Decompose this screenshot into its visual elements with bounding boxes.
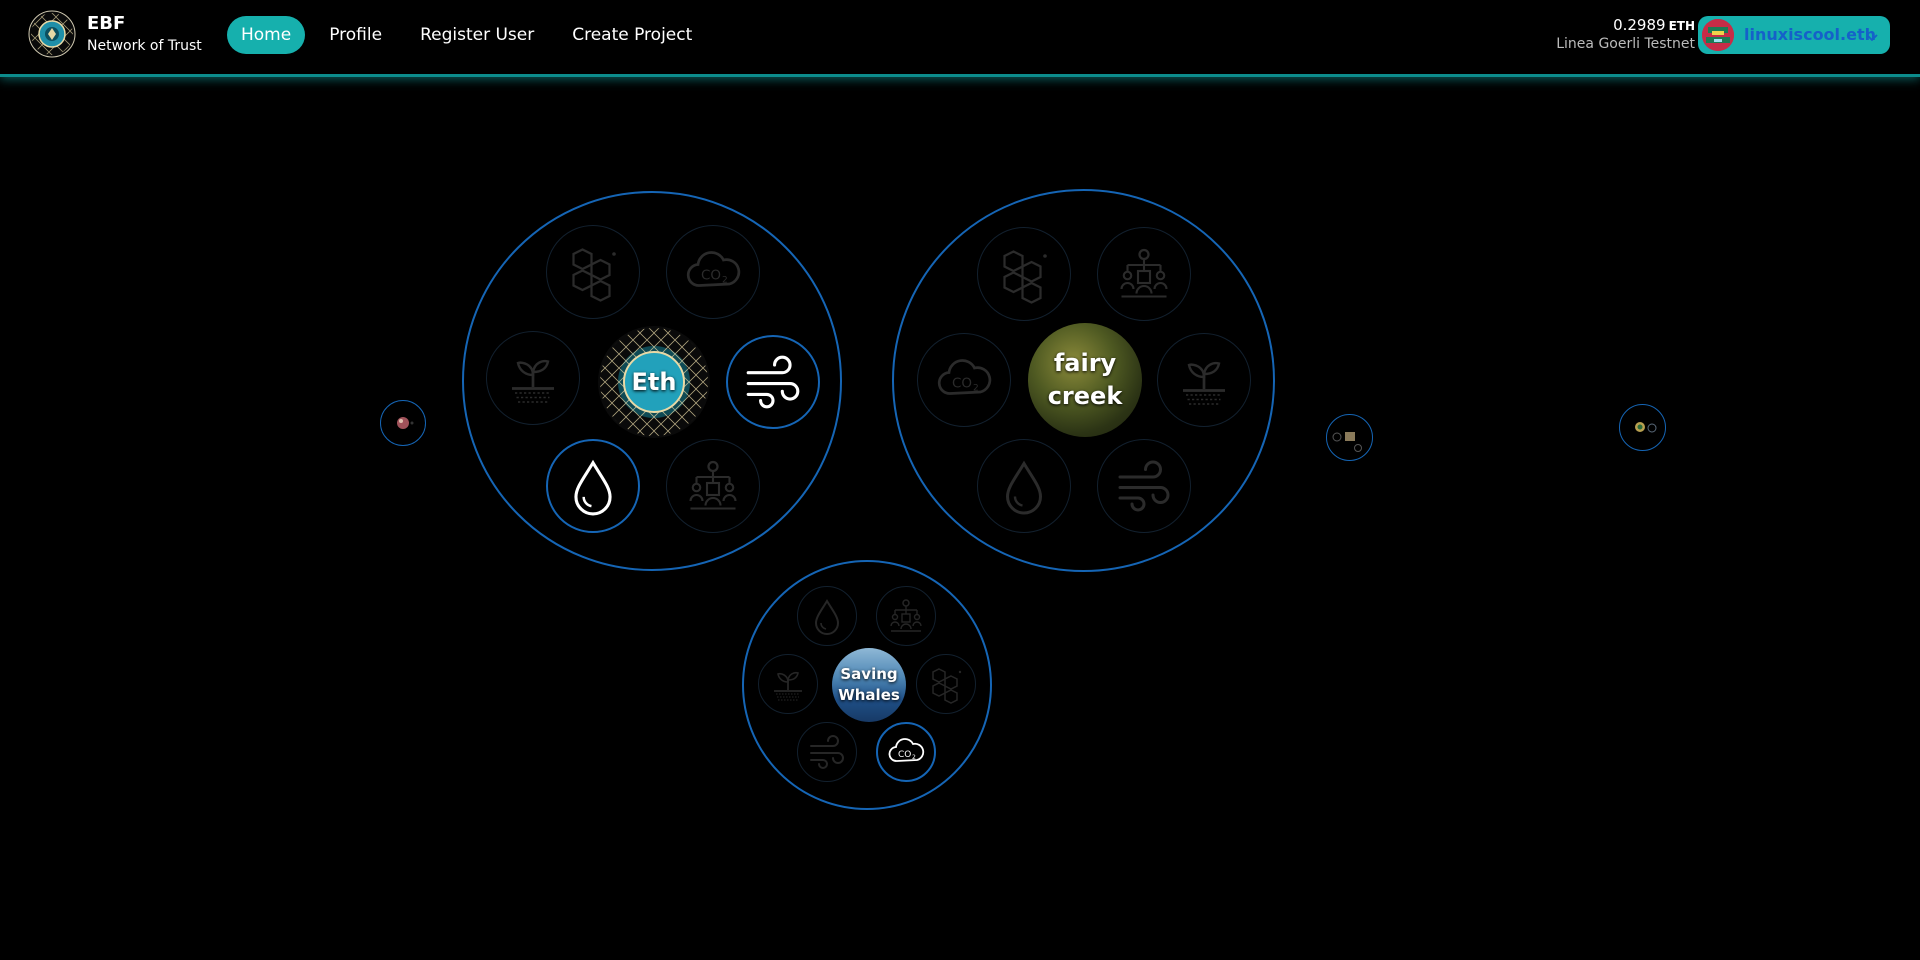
nav-profile[interactable]: Profile bbox=[315, 16, 396, 54]
org-chart-icon[interactable] bbox=[876, 586, 936, 646]
project-bubble-fairy-creek[interactable]: fairy creek bbox=[892, 189, 1275, 572]
project-bubble-small-middle[interactable] bbox=[1326, 414, 1373, 461]
wind-icon[interactable] bbox=[1097, 439, 1191, 533]
wind-icon[interactable] bbox=[797, 722, 857, 782]
app-title: EBF bbox=[87, 13, 126, 34]
nav-home[interactable]: Home bbox=[227, 16, 306, 54]
avatar bbox=[1702, 19, 1734, 51]
co2-cloud-icon[interactable] bbox=[876, 722, 936, 782]
project-bubble-small-right[interactable] bbox=[1619, 404, 1666, 451]
co2-cloud-icon[interactable] bbox=[666, 225, 760, 319]
water-drop-icon[interactable] bbox=[977, 439, 1071, 533]
water-drop-icon[interactable] bbox=[797, 586, 857, 646]
water-drop-icon[interactable] bbox=[546, 439, 640, 533]
project-bubble-saving-whales[interactable]: Saving Whales bbox=[742, 560, 992, 810]
top-nav-bar: EBF Network of Trust Home Profile Regist… bbox=[0, 0, 1920, 77]
nav-register-user[interactable]: Register User bbox=[406, 16, 548, 54]
project-bubble-small-left[interactable] bbox=[380, 400, 426, 446]
co2-cloud-icon[interactable] bbox=[917, 333, 1011, 427]
account-button[interactable]: linuxiscool.eth bbox=[1698, 16, 1890, 54]
sprout-icon[interactable] bbox=[486, 331, 580, 425]
balance-unit: ETH bbox=[1668, 19, 1695, 33]
wallet-balance: 0.2989 ETH Linea Goerli Testnet bbox=[1556, 16, 1695, 52]
sprout-icon[interactable] bbox=[758, 654, 818, 714]
project-bubble-eth[interactable]: Eth bbox=[462, 191, 842, 571]
project-label-eth: Eth bbox=[631, 368, 677, 396]
account-name: linuxiscool.eth bbox=[1744, 25, 1876, 44]
project-image-saving-whales[interactable]: Saving Whales bbox=[832, 648, 906, 722]
app-subtitle: Network of Trust bbox=[87, 38, 202, 54]
org-chart-icon[interactable] bbox=[1097, 227, 1191, 321]
blockchain-hex-icon[interactable] bbox=[977, 227, 1071, 321]
nav-create-project[interactable]: Create Project bbox=[558, 16, 706, 54]
balance-value: 0.2989 bbox=[1613, 16, 1666, 34]
project-label-saving-whales-line1: Saving bbox=[840, 665, 898, 683]
project-image-fairy-creek[interactable]: fairy creek bbox=[1028, 323, 1142, 437]
project-image-eth[interactable]: Eth bbox=[598, 326, 710, 438]
network-name: Linea Goerli Testnet bbox=[1556, 36, 1695, 52]
main-nav: Home Profile Register User Create Projec… bbox=[227, 16, 706, 54]
chevron-down-icon bbox=[1866, 29, 1878, 48]
project-label-fairy-creek-line1: fairy bbox=[1053, 349, 1117, 377]
wind-icon[interactable] bbox=[726, 335, 820, 429]
blockchain-hex-icon[interactable] bbox=[916, 654, 976, 714]
project-label-fairy-creek-line2: creek bbox=[1047, 382, 1123, 410]
ebf-logo[interactable] bbox=[28, 10, 76, 58]
sprout-icon[interactable] bbox=[1157, 333, 1251, 427]
blockchain-hex-icon[interactable] bbox=[546, 225, 640, 319]
project-label-saving-whales-line2: Whales bbox=[838, 686, 900, 704]
org-chart-icon[interactable] bbox=[666, 439, 760, 533]
